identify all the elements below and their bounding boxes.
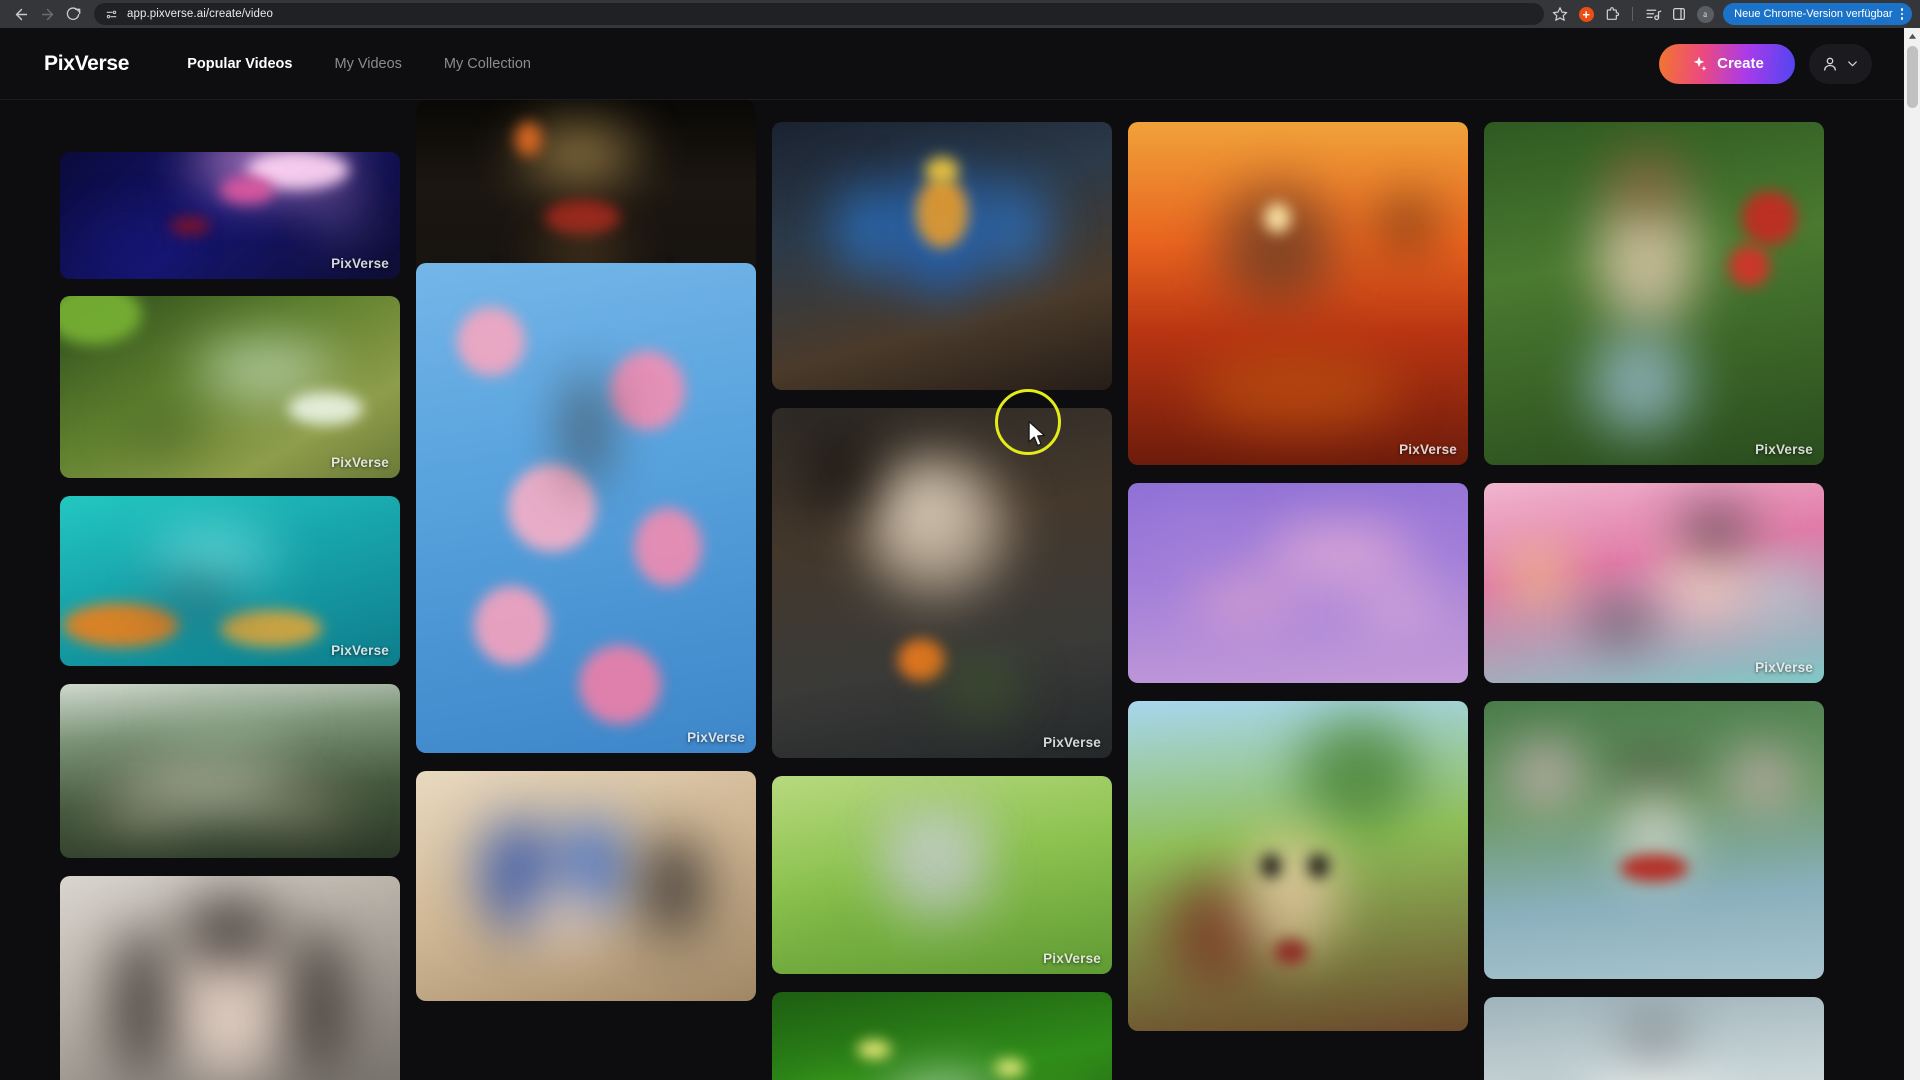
pixverse-logo[interactable]: PixVerse (44, 52, 129, 76)
nav-popular-videos[interactable]: Popular Videos (187, 56, 292, 72)
bookmark-star-icon[interactable] (1548, 2, 1572, 26)
chrome-update-label: Neue Chrome-Version verfügbar (1734, 8, 1893, 20)
toolbar-divider (1632, 7, 1634, 21)
video-card-witch-hat-girl-pond[interactable] (1484, 701, 1824, 979)
video-card-anime-girl-bedroom[interactable]: PixVerse (1484, 483, 1824, 683)
media-playlist-icon[interactable] (1641, 2, 1665, 26)
card-thumbnail (1484, 122, 1824, 465)
video-card-anime-girl-portrait[interactable] (60, 876, 400, 1080)
video-card-green-glow-animal[interactable] (772, 992, 1112, 1080)
card-thumbnail (416, 263, 756, 753)
profile-avatar[interactable]: a (1693, 2, 1717, 26)
card-thumbnail (1128, 122, 1468, 465)
extensions-puzzle-icon[interactable] (1600, 2, 1624, 26)
browser-toolbar-icons: + a Neue Chrome-Version verfügbar (1548, 2, 1912, 26)
card-thumbnail (1484, 701, 1824, 979)
back-button[interactable] (8, 1, 34, 27)
video-card-peach-blossom-sky[interactable]: PixVerse (416, 263, 756, 753)
side-panel-icon[interactable] (1667, 2, 1691, 26)
address-bar[interactable]: app.pixverse.ai/create/video (94, 3, 1545, 25)
user-avatar-icon (1821, 55, 1839, 73)
card-thumbnail (60, 152, 400, 279)
card-thumbnail (1128, 483, 1468, 683)
orange-plus-icon[interactable]: + (1574, 2, 1598, 26)
video-card-butterfly-fairy[interactable] (772, 122, 1112, 390)
video-card-sea-turtle-reef[interactable]: PixVerse (60, 496, 400, 666)
chrome-update-button[interactable]: Neue Chrome-Version verfügbar (1723, 3, 1912, 25)
chevron-down-icon (1845, 56, 1860, 71)
account-menu[interactable] (1809, 43, 1872, 84)
header-actions: Create (1659, 43, 1872, 84)
video-card-kitten-with-flower[interactable]: PixVerse (772, 408, 1112, 758)
page-scrollbar[interactable] (1904, 28, 1920, 1080)
video-card-forest-mushrooms[interactable] (60, 684, 400, 858)
video-card-cartoon-rabbit[interactable]: PixVerse (772, 776, 1112, 974)
video-card-pink-clouds[interactable] (1128, 483, 1468, 683)
card-thumbnail (60, 496, 400, 666)
app-header: PixVerse Popular Videos My Videos My Col… (0, 28, 1904, 100)
video-card-blue-haired-girls[interactable] (416, 771, 756, 1001)
plus-badge: + (1578, 6, 1594, 22)
profile-initial: a (1696, 5, 1714, 23)
card-thumbnail (1484, 483, 1824, 683)
create-button[interactable]: Create (1659, 43, 1795, 84)
video-card-surprised-boy-village[interactable] (1128, 701, 1468, 1031)
card-thumbnail (772, 992, 1112, 1080)
browser-toolbar: app.pixverse.ai/create/video + a Neue Ch… (0, 0, 1920, 28)
video-card-white-dress-figure[interactable] (1484, 997, 1824, 1080)
card-thumbnail (416, 771, 756, 1001)
video-gallery: PixVerse PixVerse PixVerse PixVerse PixVerse… (0, 100, 1904, 1080)
three-dot-menu-icon[interactable] (1900, 8, 1903, 20)
card-thumbnail (60, 684, 400, 858)
card-thumbnail (60, 296, 400, 478)
video-card-elephant-sunset[interactable]: PixVerse (1128, 122, 1468, 465)
card-thumbnail (772, 122, 1112, 390)
card-thumbnail (1128, 701, 1468, 1031)
card-thumbnail (772, 776, 1112, 974)
main-nav: Popular Videos My Videos My Collection (187, 56, 531, 72)
video-card-cherry-blossom-night[interactable]: PixVerse (60, 152, 400, 279)
url-text: app.pixverse.ai/create/video (127, 8, 273, 20)
scroll-up-arrow-icon[interactable] (1904, 28, 1920, 44)
page-info-icon[interactable] (104, 7, 118, 21)
scrollbar-thumb[interactable] (1907, 46, 1918, 108)
video-card-girl-cherry-orchard[interactable]: PixVerse (1484, 122, 1824, 465)
nav-my-videos[interactable]: My Videos (334, 56, 401, 72)
sparkle-icon (1690, 55, 1708, 73)
card-thumbnail (772, 408, 1112, 758)
create-button-label: Create (1717, 55, 1764, 72)
video-card-dewy-leaves-dragonfly[interactable]: PixVerse (60, 296, 400, 478)
reload-button[interactable] (60, 1, 86, 27)
forward-button[interactable] (34, 1, 60, 27)
card-thumbnail (1484, 997, 1824, 1080)
card-thumbnail (60, 876, 400, 1080)
nav-my-collection[interactable]: My Collection (444, 56, 531, 72)
